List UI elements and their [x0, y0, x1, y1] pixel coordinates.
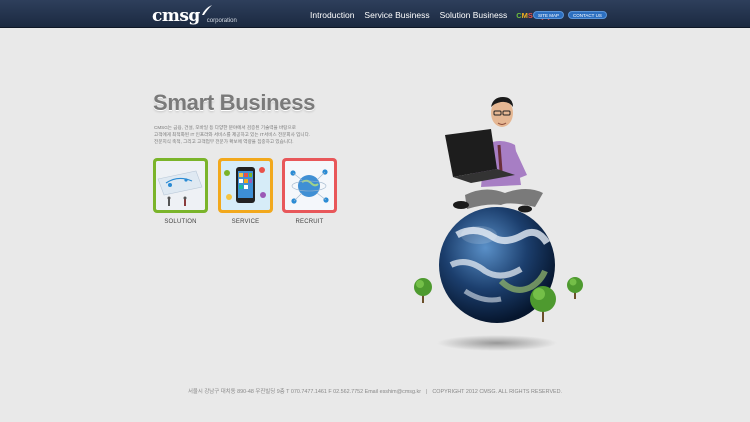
footer-address: 서울시 강남구 대치동 890-48 우진빌딩 9층 T 070.7477.14…	[187, 389, 421, 395]
tree-icon	[567, 277, 583, 299]
tree-icon	[530, 286, 556, 322]
hero-illustration	[414, 97, 583, 351]
logo-text: cmsg	[152, 6, 200, 26]
solution-thumbnail	[156, 161, 205, 210]
solution-tile[interactable]	[153, 158, 208, 213]
description-line: CMSG는 금융, 건설, 모바일 등 다양한 분야에서 검증된 기술력을 바탕…	[154, 125, 296, 130]
page-footer: 서울시 강남구 대치동 890-48 우진빌딩 9층 T 070.7477.14…	[0, 387, 750, 395]
site-map-button[interactable]: SITE MAP	[533, 11, 565, 19]
footer-copyright: COPYRIGHT 2012 CMSG. ALL RIGHTS RESERVED…	[432, 389, 563, 395]
page-title: Smart Business	[153, 90, 316, 115]
nav-service-business[interactable]: Service Business	[364, 10, 429, 20]
solution-screen-icon	[156, 161, 205, 210]
logo-swoosh-icon	[201, 5, 212, 15]
top-header: cmsg corporation Introduction Service Bu…	[0, 0, 750, 28]
recruit-label[interactable]: RECRUIT	[282, 219, 337, 225]
recruit-tile[interactable]	[282, 158, 337, 213]
contact-us-button[interactable]: CONTACT US	[568, 11, 607, 19]
description-line: 고객에게 최적화된 IT 인프라와 서비스를 제공하고 있는 IT서비스 전문회…	[154, 132, 311, 137]
service-label[interactable]: SERVICE	[218, 219, 273, 225]
nav-solution-business[interactable]: Solution Business	[440, 10, 508, 20]
logo[interactable]: cmsg corporation	[152, 4, 237, 25]
smartphone-icon	[221, 161, 270, 210]
businessman-with-laptop-icon	[445, 97, 543, 213]
service-thumbnail	[221, 161, 270, 210]
main-nav: Introduction Service Business Solution B…	[310, 10, 560, 20]
description-line: 전문지식 축적, 그리고 고객업무 전문가 확보에 역량을 집중하고 있습니다.	[154, 139, 294, 144]
intro-description: CMSG는 금융, 건설, 모바일 등 다양한 분야에서 검증된 기술력을 바탕…	[154, 124, 354, 145]
logo-subtitle: corporation	[206, 18, 237, 24]
header-buttons: SITE MAP CONTACT US	[533, 11, 611, 19]
service-tile[interactable]	[218, 158, 273, 213]
tree-icon	[414, 278, 432, 303]
solution-label[interactable]: SOLUTION	[153, 219, 208, 225]
recruit-thumbnail	[285, 161, 334, 210]
globe-network-icon	[285, 161, 334, 210]
nav-introduction[interactable]: Introduction	[310, 10, 354, 20]
globe-shadow	[437, 335, 557, 351]
footer-separator: |	[426, 389, 428, 395]
